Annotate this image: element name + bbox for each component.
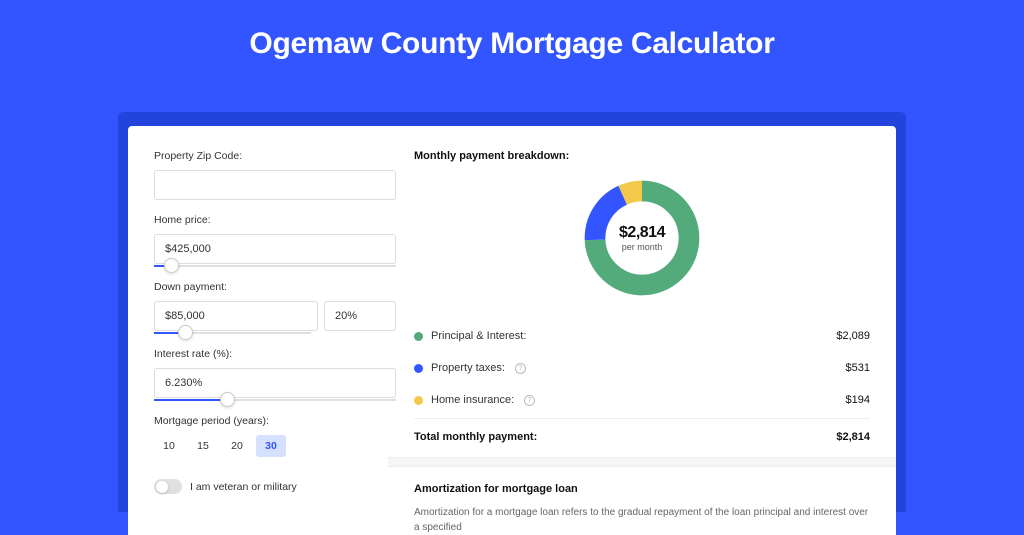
amortization-title: Amortization for mortgage loan [414, 483, 870, 495]
veteran-toggle[interactable] [154, 479, 182, 494]
legend-label: Principal & Interest: [431, 330, 526, 342]
period-btn-15[interactable]: 15 [188, 435, 218, 457]
total-value: $2,814 [836, 431, 870, 443]
veteran-label: I am veteran or military [190, 481, 297, 493]
legend-label: Property taxes: [431, 362, 505, 374]
donut-chart: $2,814 per month [580, 176, 704, 300]
period-btn-30[interactable]: 30 [256, 435, 286, 457]
legend: Principal & Interest: $2,089 Property taxe… [414, 320, 870, 416]
calculator-card: Property Zip Code: Home price: Down paym… [128, 126, 896, 535]
slider-thumb[interactable] [178, 325, 193, 340]
period-field: Mortgage period (years): 10152030 [154, 415, 396, 457]
info-icon[interactable]: ? [524, 395, 535, 406]
slider-thumb[interactable] [220, 392, 235, 407]
zip-field: Property Zip Code: [154, 150, 396, 200]
donut-amount: $2,814 [619, 224, 665, 242]
interest-label: Interest rate (%): [154, 348, 396, 360]
period-btn-20[interactable]: 20 [222, 435, 252, 457]
total-row: Total monthly payment: $2,814 [414, 418, 870, 457]
interest-field: Interest rate (%): [154, 348, 396, 401]
home-price-input[interactable] [154, 234, 396, 264]
veteran-row: I am veteran or military [154, 479, 396, 494]
form-column: Property Zip Code: Home price: Down paym… [154, 150, 396, 535]
home-price-field: Home price: [154, 214, 396, 267]
page-title: Ogemaw County Mortgage Calculator [0, 0, 1024, 79]
total-label: Total monthly payment: [414, 431, 537, 443]
amortization-text: Amortization for a mortgage loan refers … [414, 505, 870, 535]
legend-dot [414, 396, 423, 405]
down-payment-pct-input[interactable] [324, 301, 396, 331]
breakdown-title: Monthly payment breakdown: [414, 150, 870, 162]
legend-value: $531 [846, 362, 870, 374]
legend-row: Home insurance:? $194 [414, 384, 870, 416]
down-payment-label: Down payment: [154, 281, 396, 293]
down-payment-slider[interactable] [154, 332, 311, 334]
legend-value: $194 [846, 394, 870, 406]
section-divider [388, 457, 896, 467]
legend-dot [414, 364, 423, 373]
legend-value: $2,089 [836, 330, 870, 342]
period-btn-10[interactable]: 10 [154, 435, 184, 457]
down-payment-field: Down payment: [154, 281, 396, 334]
period-label: Mortgage period (years): [154, 415, 396, 427]
legend-label: Home insurance: [431, 394, 514, 406]
donut-per-month: per month [622, 242, 663, 252]
donut-chart-wrap: $2,814 per month [414, 176, 870, 300]
home-price-label: Home price: [154, 214, 396, 226]
down-payment-input[interactable] [154, 301, 318, 331]
interest-slider[interactable] [154, 399, 396, 401]
toggle-knob [156, 481, 168, 493]
period-options: 10152030 [154, 435, 396, 457]
zip-input[interactable] [154, 170, 396, 200]
interest-input[interactable] [154, 368, 396, 398]
donut-center: $2,814 per month [580, 176, 704, 300]
breakdown-column: Monthly payment breakdown: $2,814 per mo… [414, 150, 870, 535]
info-icon[interactable]: ? [515, 363, 526, 374]
zip-label: Property Zip Code: [154, 150, 396, 162]
legend-row: Principal & Interest: $2,089 [414, 320, 870, 352]
slider-thumb[interactable] [164, 258, 179, 273]
legend-row: Property taxes:? $531 [414, 352, 870, 384]
home-price-slider[interactable] [154, 265, 396, 267]
legend-dot [414, 332, 423, 341]
slider-fill [154, 399, 227, 401]
